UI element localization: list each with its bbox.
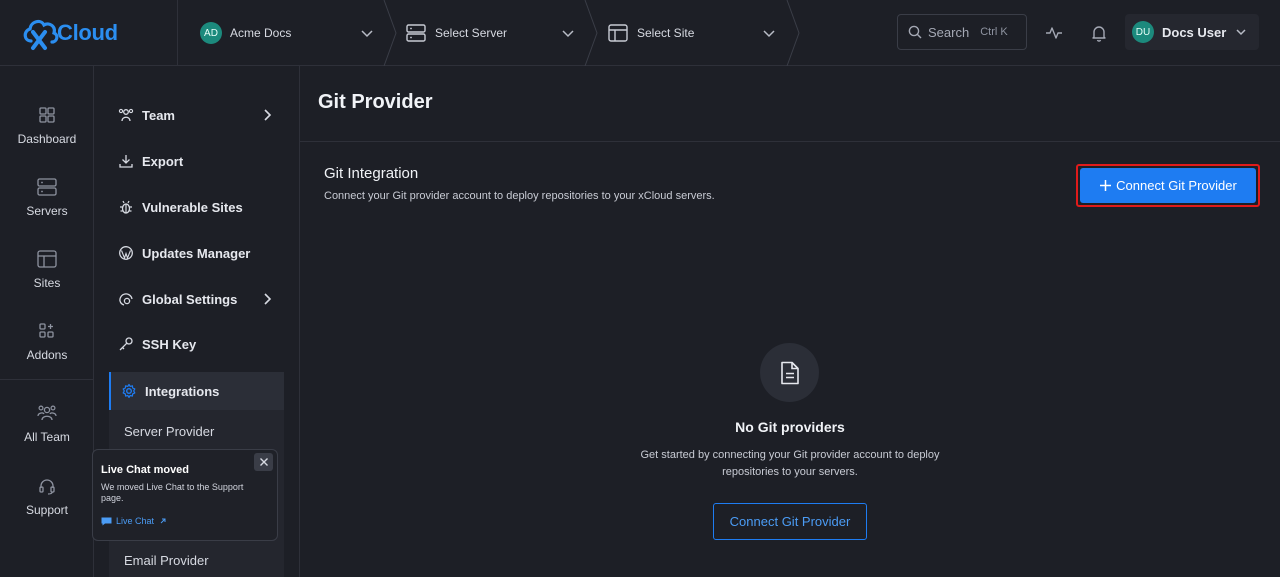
button-label: Connect Git Provider — [729, 514, 851, 529]
chevron-down-icon — [763, 30, 775, 38]
layout-icon — [37, 250, 57, 268]
document-icon — [780, 361, 799, 384]
server-selector[interactable]: Select Server — [392, 0, 598, 66]
site-select-label: Select Site — [637, 26, 695, 40]
chevron-right-icon — [264, 293, 272, 305]
server-icon — [37, 178, 57, 196]
download-icon — [119, 155, 133, 168]
globe-gear-icon — [119, 293, 133, 306]
menu-label: Integrations — [145, 383, 220, 399]
logo-text: Cloud — [57, 20, 118, 45]
empty-connect-git-provider-button[interactable]: Connect Git Provider — [713, 503, 867, 540]
search-button[interactable]: Search Ctrl K — [897, 14, 1027, 50]
rail-label: Support — [25, 503, 69, 517]
rail-label: All Team — [24, 430, 70, 444]
server-icon — [406, 24, 426, 42]
button-label: Connect Git Provider — [1116, 178, 1237, 193]
layout-icon — [608, 24, 628, 42]
search-label: Search — [928, 24, 970, 40]
chevron-down-icon — [1236, 29, 1246, 36]
close-icon — [259, 458, 268, 466]
headset-icon — [39, 479, 55, 495]
menu-label: Updates Manager — [142, 245, 251, 261]
close-button[interactable] — [254, 453, 273, 471]
top-bar: Cloud AD Acme Docs Select Server Select … — [0, 0, 1280, 66]
bell-icon[interactable] — [1090, 24, 1108, 42]
bug-icon — [120, 200, 132, 214]
rail-divider — [0, 379, 94, 380]
rail-label: Servers — [26, 204, 68, 218]
site-selector[interactable]: Select Site — [594, 0, 800, 66]
logo[interactable]: Cloud — [0, 0, 178, 66]
menu-item-vulnerable-sites[interactable]: Vulnerable Sites — [118, 192, 288, 222]
menu-item-global-settings[interactable]: Global Settings — [118, 284, 288, 314]
server-select-label: Select Server — [435, 26, 508, 40]
chat-icon — [101, 517, 112, 525]
user-avatar: DU — [1132, 21, 1154, 43]
menu-item-updates-manager[interactable]: Updates Manager — [118, 238, 288, 268]
empty-state-title: No Git providers — [735, 419, 845, 435]
live-chat-notice: Live Chat moved We moved Live Chat to th… — [92, 449, 278, 541]
menu-item-integrations[interactable]: Integrations — [109, 372, 284, 410]
notice-title: Live Chat moved — [101, 464, 190, 476]
left-rail: Dashboard Servers Sites Addons All Team … — [0, 66, 94, 577]
title-divider — [300, 141, 1280, 142]
menu-label: SSH Key — [142, 336, 197, 352]
rail-item-addons[interactable]: Addons — [0, 322, 94, 364]
team-selector[interactable]: AD Acme Docs — [178, 0, 397, 66]
cloud-logo-icon — [23, 19, 59, 50]
rail-label: Addons — [26, 348, 68, 362]
menu-label: Team — [142, 107, 175, 123]
menu-item-ssh-key[interactable]: SSH Key — [118, 329, 288, 359]
plus-icon — [1100, 180, 1112, 191]
menu-label: Export — [142, 153, 184, 169]
menu-label: Vulnerable Sites — [142, 199, 243, 215]
submenu-item-server-provider[interactable]: Server Provider — [124, 424, 214, 439]
team-name: Acme Docs — [230, 26, 292, 40]
notice-body: We moved Live Chat to the Support page. — [101, 482, 244, 503]
section-description: Connect your Git provider account to dep… — [324, 190, 715, 202]
rail-item-sites[interactable]: Sites — [0, 250, 94, 292]
team-avatar: AD — [200, 22, 222, 44]
external-link-icon — [160, 518, 166, 524]
breadcrumb-separator — [786, 0, 800, 66]
rail-item-servers[interactable]: Servers — [0, 178, 94, 220]
menu-item-team[interactable]: Team — [118, 100, 288, 130]
user-menu[interactable]: DU Docs User — [1125, 14, 1259, 50]
user-name: Docs User — [1162, 24, 1227, 40]
live-chat-link-label: Live Chat — [116, 516, 155, 526]
addons-icon — [39, 323, 54, 338]
grid-icon — [39, 107, 55, 123]
live-chat-link[interactable]: Live Chat — [101, 516, 269, 526]
rail-label: Dashboard — [17, 132, 77, 146]
rail-item-dashboard[interactable]: Dashboard — [0, 106, 94, 148]
chevron-down-icon — [361, 30, 373, 38]
team-icon — [37, 405, 57, 421]
activity-icon[interactable] — [1045, 24, 1063, 42]
connect-git-provider-button-inner: Connect Git Provider — [1080, 168, 1256, 203]
search-shortcut: Ctrl K — [980, 26, 1008, 38]
chevron-down-icon — [562, 30, 574, 38]
wordpress-icon — [119, 246, 133, 260]
key-icon — [119, 337, 133, 351]
menu-item-export[interactable]: Export — [118, 146, 288, 176]
empty-state-badge — [760, 343, 819, 402]
connect-git-provider-button[interactable]: Connect Git Provider — [1076, 164, 1260, 207]
main-content: Git Provider Git Integration Connect you… — [300, 66, 1280, 577]
section-title: Git Integration — [324, 165, 419, 182]
rail-label: Sites — [33, 276, 61, 290]
rail-item-support[interactable]: Support — [0, 477, 94, 519]
menu-label: Global Settings — [142, 291, 238, 307]
gear-icon — [122, 383, 136, 398]
users-icon — [118, 108, 134, 122]
submenu-item-email-provider[interactable]: Email Provider — [124, 553, 209, 568]
rail-item-all-team[interactable]: All Team — [0, 404, 94, 446]
chevron-right-icon — [264, 109, 272, 121]
page-title: Git Provider — [318, 91, 433, 113]
empty-state-description: Get started by connecting your Git provi… — [640, 449, 940, 478]
search-icon — [908, 25, 922, 39]
